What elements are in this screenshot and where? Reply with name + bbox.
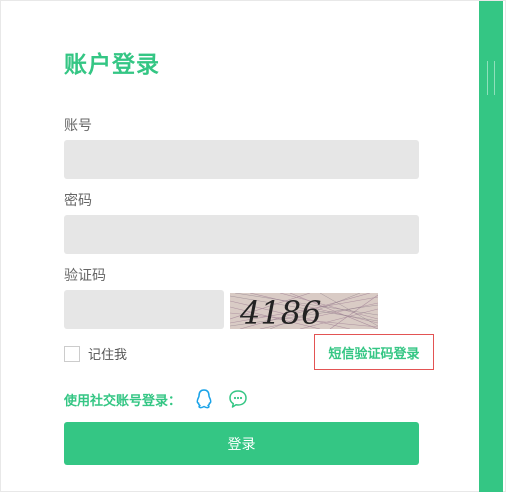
username-field[interactable] bbox=[64, 140, 419, 179]
password-field[interactable] bbox=[64, 215, 419, 254]
wechat-icon[interactable] bbox=[227, 388, 249, 410]
login-panel: 账户登录 账号 密码 验证码 4186 记住我 短信验证码登录 使用社交账号登录… bbox=[0, 0, 506, 492]
captcha-field[interactable] bbox=[64, 290, 224, 329]
social-login: 使用社交账号登录： bbox=[64, 388, 249, 410]
captcha-image[interactable]: 4186 bbox=[230, 293, 378, 329]
remember-label: 记住我 bbox=[88, 348, 128, 363]
qq-icon[interactable] bbox=[193, 388, 215, 410]
sms-login-button[interactable]: 短信验证码登录 bbox=[314, 334, 434, 370]
page-title: 账户登录 bbox=[64, 52, 160, 78]
side-panel-bar bbox=[479, 1, 503, 492]
login-button[interactable]: 登录 bbox=[64, 422, 419, 465]
social-login-label: 使用社交账号登录： bbox=[64, 393, 182, 409]
drag-handle[interactable] bbox=[487, 61, 495, 95]
captcha-text: 4186 bbox=[239, 294, 321, 329]
password-label: 密码 bbox=[64, 193, 92, 209]
remember-me[interactable]: 记住我 bbox=[64, 344, 127, 363]
username-label: 账号 bbox=[64, 118, 92, 134]
remember-checkbox[interactable] bbox=[64, 345, 80, 362]
captcha-label: 验证码 bbox=[64, 268, 106, 284]
